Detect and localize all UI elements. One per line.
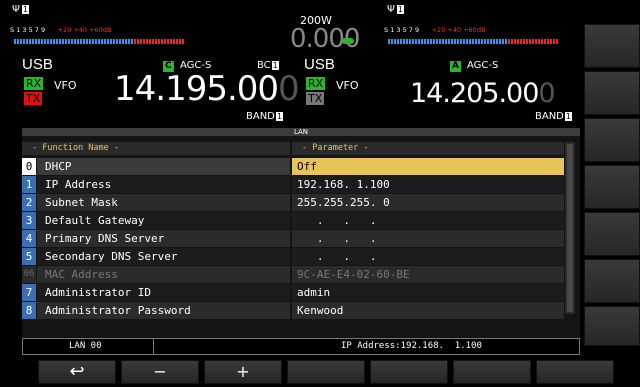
- right-meter-scale-red: +20 +40 +60dB: [431, 26, 486, 34]
- soft-key-4[interactable]: [584, 165, 640, 209]
- row-name: Primary DNS Server: [37, 230, 290, 247]
- setting-row-mac-address: 06 MAC Address 9C-AE-E4-02-60-BE: [22, 266, 564, 283]
- row-index: 06: [22, 266, 36, 283]
- lan-window: LAN - Function Name - - Parameter - 0 DH…: [22, 128, 580, 338]
- right-freq-last: 0: [538, 78, 555, 109]
- plus-button[interactable]: +: [204, 360, 282, 384]
- setting-row-default-gateway[interactable]: 3 Default Gateway . . .: [22, 212, 564, 229]
- minus-icon: −: [153, 362, 167, 381]
- status-bar: LAN 00 IP Address:192.168. 1.100: [22, 338, 580, 355]
- soft-key-3[interactable]: [584, 118, 640, 162]
- right-band-num: 1: [564, 112, 572, 121]
- minus-button[interactable]: −: [121, 360, 199, 384]
- right-antenna-icon: Ψ1: [387, 4, 404, 15]
- left-s-meter: S 1 3 5 7 9 +20 +40 +60dB: [10, 26, 200, 44]
- row-index: 1: [22, 176, 36, 193]
- right-band[interactable]: BAND 1: [535, 111, 572, 122]
- function-key-4[interactable]: [287, 360, 365, 384]
- left-frequency[interactable]: 14.195.000: [114, 69, 300, 109]
- row-name: Default Gateway: [37, 212, 290, 229]
- plus-icon: +: [236, 362, 250, 381]
- row-index: 2: [22, 194, 36, 211]
- row-value[interactable]: Off: [292, 158, 564, 175]
- row-value[interactable]: 192.168. 1.100: [292, 176, 564, 193]
- right-frequency[interactable]: 14.205.000: [410, 78, 556, 109]
- setting-row-admin-id[interactable]: 7 Administrator ID admin: [22, 284, 564, 301]
- row-name: Secondary DNS Server: [37, 248, 290, 265]
- soft-key-6[interactable]: [584, 259, 640, 303]
- right-tx-indicator: TX: [306, 92, 325, 105]
- right-meter-scale: S 1 3 5 7 9: [384, 26, 420, 34]
- status-right: IP Address:192.168. 1.100: [341, 341, 482, 351]
- left-band-num: 1: [275, 112, 283, 121]
- status-left: LAN 00: [69, 341, 102, 351]
- row-value[interactable]: . . .: [292, 248, 564, 265]
- soft-key-7[interactable]: [584, 306, 640, 346]
- status-divider: [153, 339, 154, 354]
- row-name: IP Address: [37, 176, 290, 193]
- row-index: 0: [22, 158, 36, 175]
- row-value[interactable]: . . .: [292, 230, 564, 247]
- row-index: 3: [22, 212, 36, 229]
- row-value[interactable]: 255.255.255. 0: [292, 194, 564, 211]
- setting-row-subnet-mask[interactable]: 2 Subnet Mask 255.255.255. 0: [22, 194, 564, 211]
- back-button[interactable]: ↩: [38, 360, 116, 384]
- left-band-text: BAND: [246, 111, 275, 122]
- row-name: Administrator ID: [37, 284, 290, 301]
- right-mode[interactable]: USB: [304, 56, 335, 73]
- right-agc-badge: A: [450, 61, 461, 72]
- soft-key-5[interactable]: [584, 212, 640, 256]
- row-name: DHCP: [37, 158, 290, 175]
- soft-key-2[interactable]: [584, 71, 640, 115]
- column-header-parameter: - Parameter -: [292, 142, 564, 155]
- row-value[interactable]: admin: [292, 284, 564, 301]
- split-arrow-icon: [342, 38, 354, 44]
- row-name: Subnet Mask: [37, 194, 290, 211]
- back-icon: ↩: [69, 361, 85, 382]
- row-index: 8: [22, 302, 36, 319]
- row-value[interactable]: . . .: [292, 212, 564, 229]
- function-key-5[interactable]: [370, 360, 448, 384]
- setting-row-admin-password[interactable]: 8 Administrator Password Kenwood: [22, 302, 564, 319]
- soft-key-1[interactable]: [584, 24, 640, 68]
- row-value: 9C-AE-E4-02-60-BE: [292, 266, 564, 283]
- setting-row-primary-dns[interactable]: 4 Primary DNS Server . . .: [22, 230, 564, 247]
- right-freq-digits: 14.205.00: [410, 78, 539, 109]
- left-meter-scale-red: +20 +40 +60dB: [57, 26, 112, 34]
- left-freq-last: 0: [278, 69, 300, 109]
- left-band[interactable]: BAND 1: [246, 111, 283, 122]
- right-band-text: BAND: [535, 111, 564, 122]
- right-agc-label[interactable]: AGC-S: [467, 60, 498, 71]
- row-index: 5: [22, 248, 36, 265]
- column-header-function: - Function Name -: [22, 142, 290, 155]
- row-index: 4: [22, 230, 36, 247]
- setting-row-secondary-dns[interactable]: 5 Secondary DNS Server . . .: [22, 248, 564, 265]
- left-freq-digits: 14.195.00: [114, 69, 279, 109]
- row-name: Administrator Password: [37, 302, 290, 319]
- left-vfo-label[interactable]: VFO: [54, 79, 77, 92]
- row-index: 7: [22, 284, 36, 301]
- left-meter-scale: S 1 3 5 7 9: [10, 26, 46, 34]
- setting-row-dhcp[interactable]: 0 DHCP Off: [22, 158, 564, 175]
- right-vfo-label[interactable]: VFO: [336, 79, 359, 92]
- left-rx-indicator: RX: [24, 77, 44, 90]
- left-tx-indicator: TX: [24, 92, 43, 105]
- window-title: LAN: [22, 128, 580, 136]
- row-value[interactable]: Kenwood: [292, 302, 564, 319]
- left-antenna-icon: Ψ1: [12, 4, 29, 15]
- function-key-7[interactable]: [536, 360, 614, 384]
- scrollbar-thumb[interactable]: [567, 144, 573, 312]
- left-mode[interactable]: USB: [22, 56, 53, 73]
- right-s-meter: S 1 3 5 7 9 +20 +40 +60dB: [384, 26, 574, 44]
- row-name: MAC Address: [37, 266, 290, 283]
- setting-row-ip-address[interactable]: 1 IP Address 192.168. 1.100: [22, 176, 564, 193]
- scrollbar[interactable]: [565, 142, 575, 314]
- function-key-6[interactable]: [453, 360, 531, 384]
- right-rx-indicator: RX: [306, 77, 326, 90]
